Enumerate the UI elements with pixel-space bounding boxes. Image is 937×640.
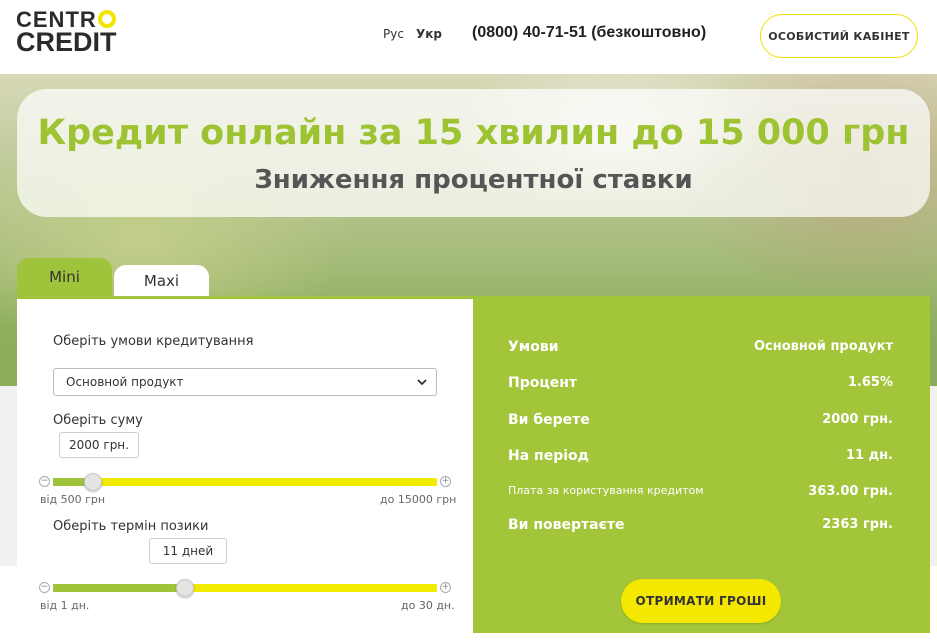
product-select-value: Основной продукт (66, 375, 184, 389)
result-value: 2000 грн. (822, 412, 893, 427)
lang-ru-link[interactable]: Рус (383, 27, 404, 41)
get-money-button[interactable]: ОТРИМАТИ ГРОШІ (621, 579, 781, 623)
result-value: Основной продукт (754, 339, 893, 354)
hero-subtitle: Зниження процентної ставки (254, 165, 693, 195)
product-select[interactable]: Основной продукт (53, 368, 437, 396)
logo-text-bottom: CREDIT (16, 26, 117, 57)
amount-minus-icon[interactable]: − (39, 476, 50, 487)
amount-plus-icon[interactable]: + (440, 476, 451, 487)
amount-label: Оберіть суму (53, 413, 143, 428)
hero-title: Кредит онлайн за 15 хвилин до 15 000 грн (37, 113, 910, 153)
term-slider-fill (53, 584, 186, 592)
amount-slider-handle[interactable] (83, 473, 102, 491)
result-key: Ви повертаєте (508, 517, 625, 533)
amount-max-label: до 15000 грн (380, 493, 457, 506)
chevron-down-icon (417, 379, 427, 386)
result-value: 11 дн. (845, 448, 893, 463)
result-key: Ви берете (508, 412, 590, 428)
term-slider-track[interactable] (53, 584, 437, 592)
tab-mini[interactable]: Mini (17, 258, 112, 296)
logo-ring-icon (97, 9, 116, 28)
amount-value-tooltip: 2000 грн. (59, 432, 139, 458)
personal-cabinet-button[interactable]: ОСОБИСТИЙ КАБІНЕТ (760, 14, 918, 58)
result-key: Плата за користування кредитом (508, 484, 704, 497)
term-min-label: від 1 дн. (40, 599, 90, 612)
result-key: Процент (508, 375, 578, 391)
term-minus-icon[interactable]: − (39, 582, 50, 593)
result-value: 363.00 грн. (808, 484, 893, 499)
conditions-label: Оберіть умови кредитування (53, 334, 254, 349)
logo[interactable]: CENTR CREDIT (16, 9, 117, 57)
result-value: 1.65% (847, 375, 893, 390)
result-key: На період (508, 448, 589, 464)
tab-maxi[interactable]: Maxi (114, 265, 209, 296)
amount-min-label: від 500 грн (40, 493, 106, 506)
lang-uk-link[interactable]: Укр (416, 27, 442, 41)
term-max-label: до 30 дн. (401, 599, 455, 612)
term-label: Оберіть термін позики (53, 519, 209, 534)
term-value-tooltip: 11 дней (149, 538, 227, 564)
phone-number[interactable]: (0800) 40-71-51 (безкоштовно) (472, 24, 706, 42)
result-key: Умови (508, 339, 559, 355)
hero-panel (17, 89, 930, 217)
amount-slider-track[interactable] (53, 478, 437, 486)
result-value: 2363 грн. (822, 517, 893, 532)
term-plus-icon[interactable]: + (440, 582, 451, 593)
site-header: CENTR CREDIT Рус Укр (0800) 40-71-51 (бе… (0, 0, 937, 74)
